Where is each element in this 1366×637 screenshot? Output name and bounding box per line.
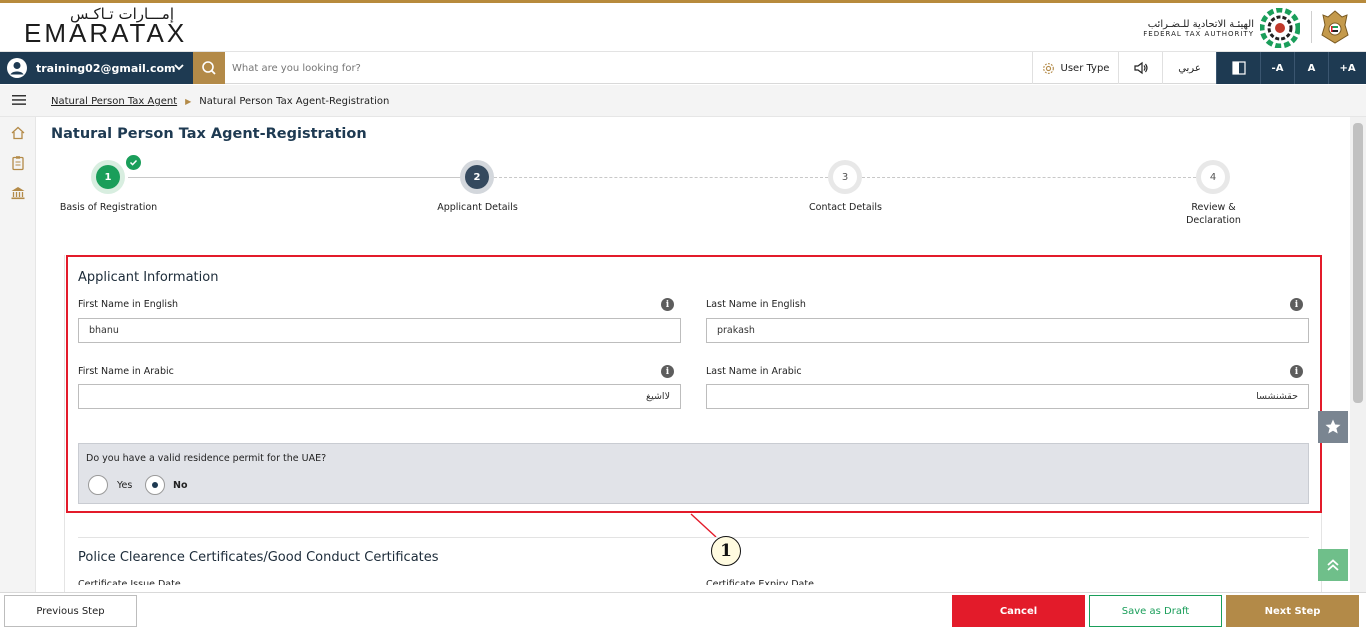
gear-icon — [1042, 62, 1054, 74]
scrollbar-thumb[interactable] — [1353, 123, 1363, 403]
breadcrumb-current: Natural Person Tax Agent-Registration — [199, 96, 390, 107]
hamburger-menu-icon[interactable] — [12, 94, 26, 106]
top-toolbar: training02@gmail.com User Type عربي — [0, 52, 1366, 84]
bank-icon[interactable] — [10, 185, 26, 201]
favorite-button[interactable] — [1318, 411, 1348, 443]
site-header: إمـــارات تـاكـس EMARATAX الهيئـة الاتحا… — [0, 3, 1366, 52]
star-icon — [1325, 419, 1341, 434]
step-3-number: 3 — [833, 165, 857, 189]
step-connector — [494, 177, 828, 178]
audio-button[interactable] — [1118, 52, 1162, 84]
contrast-toggle[interactable] — [1216, 52, 1260, 84]
font-increase-label: +A — [1339, 62, 1356, 74]
step-connector — [862, 177, 1196, 178]
language-label: عربي — [1178, 62, 1201, 74]
step-1[interactable]: 1 — [91, 160, 125, 194]
font-decrease-button[interactable]: -A — [1260, 52, 1294, 84]
search-input[interactable] — [232, 56, 732, 80]
scroll-to-top-button[interactable] — [1318, 549, 1348, 581]
highlight-annotation-box — [66, 255, 1322, 513]
font-decrease-label: -A — [1271, 62, 1284, 74]
issue-date-label: Certificate Issue Date — [78, 579, 181, 585]
step-connector — [128, 177, 462, 178]
uae-emblem-icon — [1321, 10, 1349, 44]
header-separator — [1311, 11, 1312, 43]
footer-action-bar: Previous Step Cancel Save as Draft Next … — [0, 592, 1366, 637]
breadcrumb: Natural Person Tax Agent ▶ Natural Perso… — [51, 96, 389, 107]
registration-stepper: 1 Basis of Registration 2 Applicant Deta… — [36, 152, 1346, 232]
breadcrumb-arrow-icon: ▶ — [185, 97, 192, 106]
user-menu[interactable]: training02@gmail.com — [0, 52, 193, 84]
step-1-number: 1 — [96, 165, 120, 189]
home-icon[interactable] — [10, 125, 26, 141]
callout-badge: 1 — [711, 536, 741, 566]
user-type-label: User Type — [1060, 62, 1110, 74]
previous-step-button[interactable]: Previous Step — [4, 595, 137, 627]
cancel-button[interactable]: Cancel — [952, 595, 1085, 627]
breadcrumb-bar: Natural Person Tax Agent ▶ Natural Perso… — [0, 85, 1366, 117]
clipboard-icon[interactable] — [10, 155, 26, 171]
step-3[interactable]: 3 — [828, 160, 862, 194]
emaratax-logo[interactable]: إمـــارات تـاكـس EMARATAX — [24, 5, 184, 49]
save-draft-button[interactable]: Save as Draft — [1089, 595, 1222, 627]
speaker-icon — [1133, 61, 1148, 75]
step-2-number: 2 — [465, 165, 489, 189]
step-4[interactable]: 4 — [1196, 160, 1230, 194]
font-normal-label: A — [1307, 62, 1316, 74]
step-1-label: Basis of Registration — [59, 202, 158, 213]
fta-logo: الهيئـة الاتحادية للـضـرائب FEDERAL TAX … — [1143, 7, 1300, 49]
user-type-button[interactable]: User Type — [1032, 52, 1118, 84]
search-icon — [202, 61, 216, 75]
side-rail — [0, 117, 36, 592]
font-normal-button[interactable]: A — [1294, 52, 1328, 84]
contrast-icon — [1231, 61, 1246, 75]
fta-english: FEDERAL TAX AUTHORITY — [1143, 29, 1254, 38]
section-divider — [78, 537, 1309, 538]
search-button[interactable] — [193, 52, 225, 84]
user-avatar-icon — [7, 58, 27, 78]
step-2[interactable]: 2 — [460, 160, 494, 194]
chevron-down-icon[interactable] — [173, 61, 185, 73]
step-4-number: 4 — [1201, 165, 1225, 189]
breadcrumb-link-parent[interactable]: Natural Person Tax Agent — [51, 96, 177, 107]
logo-english: EMARATAX — [24, 18, 188, 48]
font-increase-button[interactable]: +A — [1328, 52, 1366, 84]
user-email: training02@gmail.com — [36, 61, 176, 75]
step-4-label: Review & Declaration — [1186, 202, 1241, 226]
page-title: Natural Person Tax Agent-Registration — [51, 126, 367, 142]
page-scrollbar[interactable] — [1350, 117, 1366, 592]
double-chevron-up-icon — [1327, 559, 1339, 571]
step-complete-check-icon — [126, 155, 141, 170]
step-2-label: Applicant Details — [437, 202, 518, 213]
fta-emblem-icon — [1260, 8, 1300, 48]
fta-arabic: الهيئـة الاتحادية للـضـرائب — [1147, 18, 1254, 30]
step-3-label: Contact Details — [809, 202, 882, 213]
police-certificates-title: Police Clearence Certificates/Good Condu… — [78, 550, 439, 565]
callout-pointer-line — [690, 513, 717, 538]
language-toggle[interactable]: عربي — [1162, 52, 1216, 84]
expiry-date-label: Certificate Expiry Date — [706, 579, 814, 585]
next-step-button[interactable]: Next Step — [1226, 595, 1359, 627]
